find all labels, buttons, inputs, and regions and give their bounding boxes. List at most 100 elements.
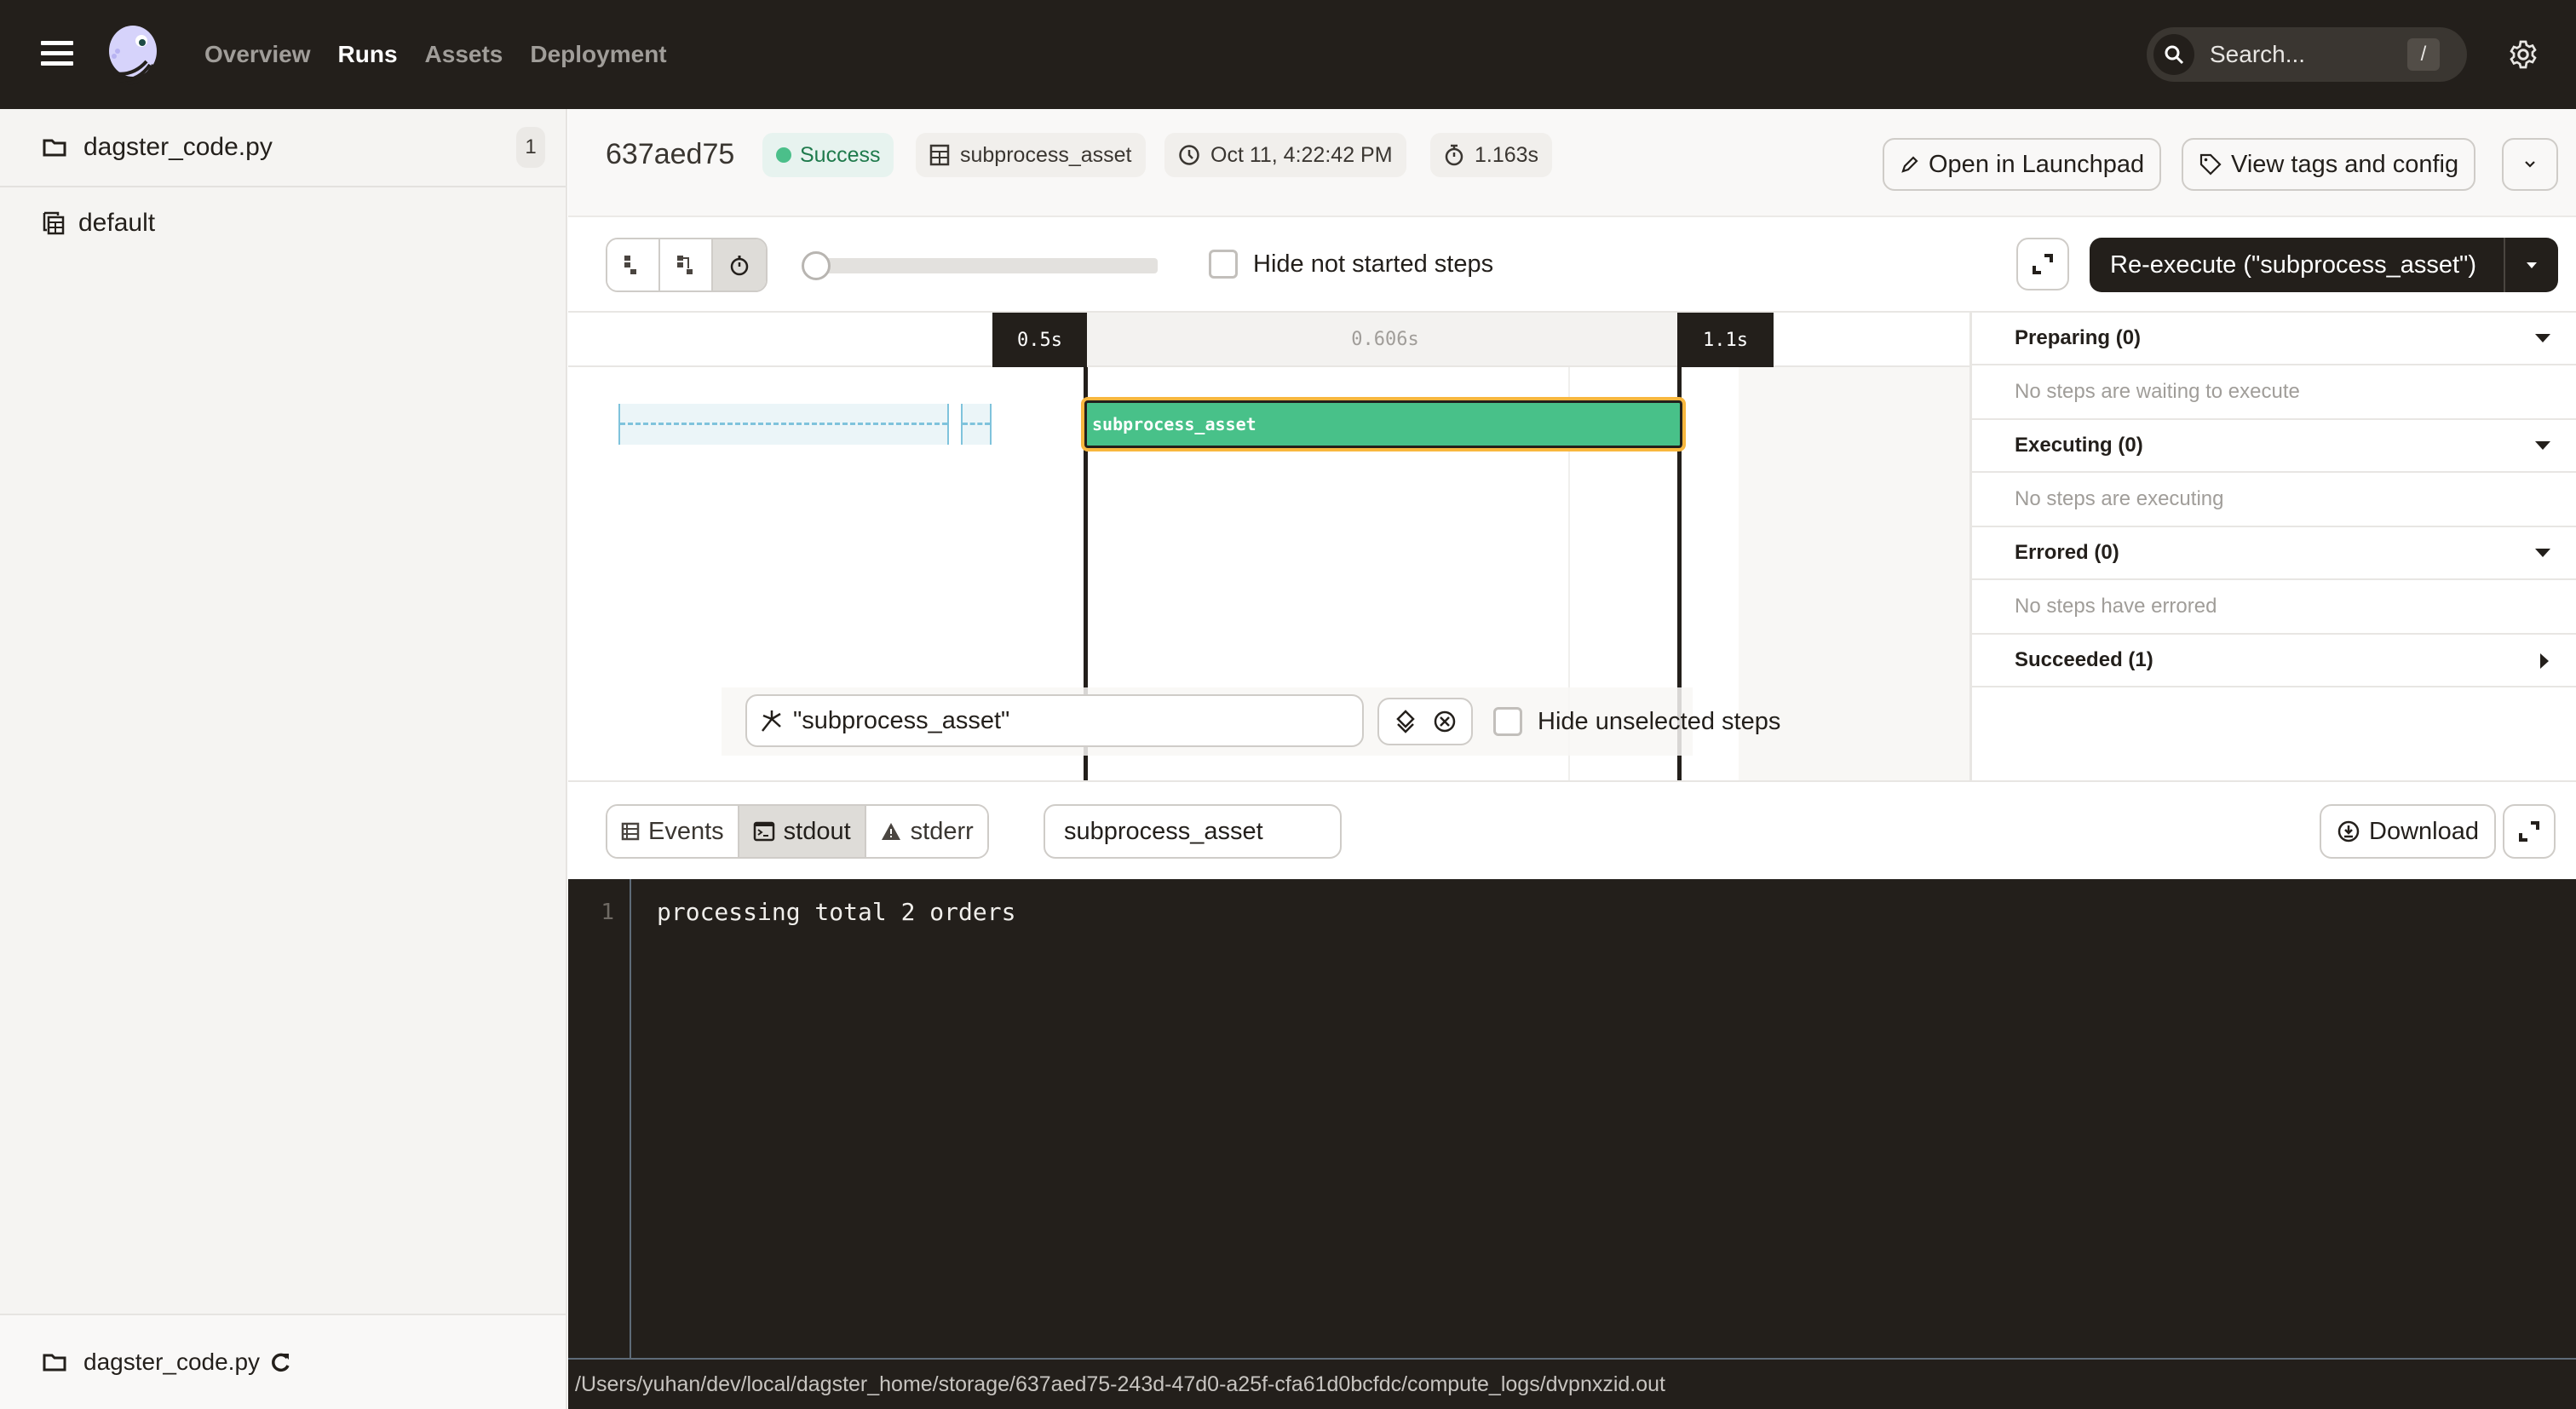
footer-repo-name: dagster_code.py [83, 1349, 261, 1375]
step-bar-subprocess-asset[interactable]: subprocess_asset [1081, 397, 1686, 451]
start-time: Oct 11, 4:22:42 PM [1210, 142, 1393, 167]
tab-stdout[interactable]: stdout [739, 806, 866, 857]
job-table-icon [43, 211, 65, 235]
start-time-tag: Oct 11, 4:22:42 PM [1164, 133, 1406, 177]
waterfall-layout-icon [677, 256, 693, 274]
section-succeeded[interactable]: Succeeded (1) [1972, 635, 2576, 687]
stopwatch-icon [1445, 144, 1463, 166]
settings-gear-icon[interactable] [2508, 39, 2539, 70]
step-status-panel: Preparing (0) No steps are waiting to ex… [1969, 313, 2576, 782]
nav-assets[interactable]: Assets [425, 41, 503, 68]
caret-down-icon [2535, 334, 2550, 342]
download-label: Download [2369, 817, 2479, 845]
repo-name: dagster_code.py [83, 133, 273, 161]
section-errored[interactable]: Errored (0) [1972, 527, 2576, 580]
stopwatch-icon [730, 256, 749, 276]
sidebar-item-label: default [78, 209, 156, 237]
tab-stderr[interactable]: stderr [865, 806, 987, 857]
view-tags-and-config-button[interactable]: View tags and config [2182, 138, 2476, 191]
more-actions-dropdown[interactable] [2502, 138, 2558, 191]
clear-query-icon[interactable] [1433, 710, 1457, 733]
run-header: 637aed75 Success subprocess_asset Oct 11… [568, 109, 2576, 217]
section-title: Executing (0) [2015, 434, 2143, 457]
timing-view-button[interactable] [713, 239, 766, 290]
flat-layout-icon [624, 256, 636, 274]
layers-icon[interactable] [1394, 710, 1417, 733]
top-nav: Overview Runs Assets Deployment Search..… [0, 0, 2576, 109]
empty-message: No steps are waiting to execute [1972, 365, 2576, 420]
flat-view-button[interactable] [607, 239, 660, 290]
gantt-toolbar: Hide not started steps Re-execute ("subp… [568, 217, 2576, 313]
expand-icon [2033, 254, 2053, 274]
warning-icon [881, 823, 900, 840]
folder-icon [43, 139, 66, 157]
repo-count-badge: 1 [516, 127, 545, 168]
step-wait-bar [961, 404, 992, 445]
log-file-path: /Users/yuhan/dev/local/dagster_home/stor… [568, 1358, 2576, 1409]
checkbox-box[interactable] [1493, 707, 1522, 736]
step-query-input[interactable]: "subprocess_asset" [745, 694, 1364, 747]
table-icon [929, 144, 950, 166]
pencil-icon [1901, 156, 1918, 173]
caret-down-icon [2527, 262, 2537, 268]
zoom-slider-handle[interactable] [802, 251, 831, 280]
nav-runs[interactable]: Runs [338, 41, 398, 68]
asset-name: subprocess_asset [960, 142, 1132, 167]
section-preparing[interactable]: Preparing (0) [1972, 313, 2576, 365]
reload-icon[interactable] [270, 1351, 292, 1373]
asset-tag[interactable]: subprocess_asset [916, 133, 1146, 177]
tab-events[interactable]: Events [607, 806, 739, 857]
search-icon [2153, 34, 2194, 75]
reexecute-options-dropdown[interactable] [2504, 238, 2558, 292]
sidebar-repo-header[interactable]: dagster_code.py 1 [0, 109, 566, 187]
dagster-logo[interactable] [99, 20, 167, 89]
view-tags-label: View tags and config [2231, 150, 2459, 178]
list-icon [621, 822, 640, 841]
status-badge: Success [762, 133, 894, 177]
nav-deployment[interactable]: Deployment [530, 41, 666, 68]
line-number: 1 [601, 900, 614, 925]
caret-down-icon [2535, 441, 2550, 450]
line-number-gutter [568, 879, 631, 1358]
status-text: Success [800, 142, 881, 167]
nav-overview[interactable]: Overview [204, 41, 311, 68]
range-end-marker[interactable]: 1.1s [1677, 313, 1774, 367]
view-mode-toggle [606, 238, 768, 292]
checkbox-box[interactable] [1209, 250, 1238, 279]
expand-gantt-button[interactable] [2016, 238, 2069, 290]
hide-unselected-checkbox[interactable]: Hide unselected steps [1493, 707, 1780, 736]
hide-not-started-checkbox[interactable]: Hide not started steps [1209, 250, 1493, 279]
waterfall-view-button[interactable] [660, 239, 713, 290]
menu-icon[interactable] [41, 41, 73, 66]
open-in-launchpad-label: Open in Launchpad [1929, 150, 2145, 178]
sidebar-item-default[interactable]: default [0, 189, 566, 257]
empty-message: No steps have errored [1972, 580, 2576, 635]
gantt-chart: 0.606s 0.5s 1.1s subprocess_asset "subpr… [568, 313, 1969, 782]
open-in-launchpad-button[interactable]: Open in Launchpad [1883, 138, 2162, 191]
log-step-select[interactable]: subprocess_asset [1044, 804, 1342, 859]
reexecute-button[interactable]: Re-execute ("subprocess_asset") [2090, 251, 2504, 279]
download-button[interactable]: Download [2320, 804, 2496, 859]
terminal-icon [753, 821, 774, 842]
reexecute-button-group: Re-execute ("subprocess_asset") [2090, 238, 2558, 292]
duration: 1.163s [1475, 142, 1539, 167]
log-output[interactable]: 1 processing total 2 orders [568, 879, 2576, 1358]
success-dot-icon [776, 147, 791, 163]
caret-down-icon [2535, 549, 2550, 557]
expand-logs-button[interactable] [2503, 804, 2556, 859]
run-id: 637aed75 [606, 138, 735, 170]
query-actions [1377, 698, 1473, 745]
sidebar-footer: dagster_code.py [0, 1314, 566, 1409]
caret-right-icon [2540, 653, 2549, 669]
search-shortcut: / [2407, 38, 2440, 71]
zoom-slider[interactable] [802, 251, 1158, 280]
search-input[interactable]: Search... / [2147, 27, 2467, 82]
chevron-down-icon [2525, 161, 2535, 168]
clock-icon [1179, 145, 1199, 165]
range-start-marker[interactable]: 0.5s [992, 313, 1087, 367]
step-query-value: "subprocess_asset" [793, 706, 1010, 734]
log-type-tabs: Events stdout stderr [606, 804, 989, 859]
duration-tag: 1.163s [1430, 133, 1553, 177]
section-executing[interactable]: Executing (0) [1972, 420, 2576, 473]
tab-label: stdout [783, 817, 851, 845]
